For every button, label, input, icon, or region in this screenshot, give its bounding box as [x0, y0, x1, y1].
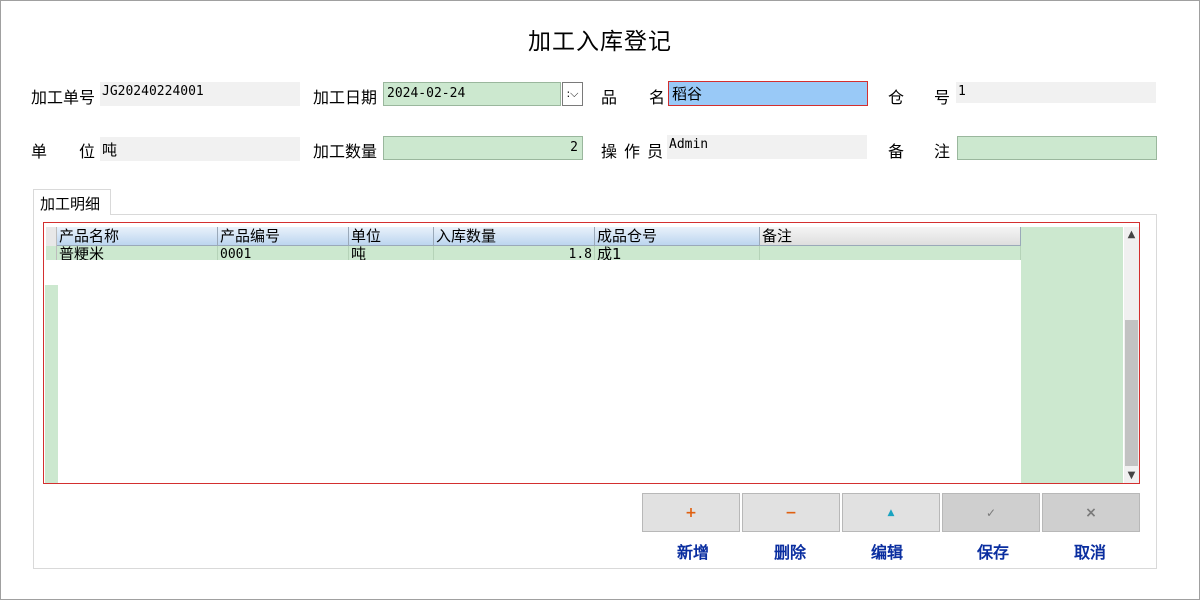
column-header-product-code[interactable]: 产品编号 — [218, 227, 349, 246]
remark-label: 备注 — [888, 142, 950, 161]
product-name-label: 品名 — [601, 88, 665, 107]
grid-empty-area — [1021, 227, 1123, 483]
save-button[interactable]: ✓ — [942, 493, 1040, 532]
column-header-product-name[interactable]: 产品名称 — [57, 227, 218, 246]
check-icon: ✓ — [985, 505, 997, 520]
product-name-field[interactable]: 稻谷 — [668, 81, 868, 106]
chevron-down-icon: :⌵ — [566, 87, 579, 100]
cell-product-code[interactable]: 0001 — [218, 246, 349, 260]
cancel-button[interactable]: × — [1042, 493, 1140, 532]
chevron-down-icon[interactable]: ▼ — [1124, 468, 1139, 483]
quantity-label: 加工数量 — [313, 142, 378, 161]
order-no-field[interactable]: JG20240224001 — [100, 82, 300, 106]
add-button[interactable]: + — [642, 493, 740, 532]
plus-icon: + — [685, 504, 697, 521]
cell-remark[interactable] — [760, 246, 1021, 260]
grid-corner — [46, 227, 57, 246]
cell-warehouse[interactable]: 成1 — [595, 246, 760, 260]
column-header-warehouse[interactable]: 成品仓号 — [595, 227, 760, 246]
add-button-label[interactable]: 新增 — [644, 539, 742, 563]
edit-button[interactable]: ▲ — [842, 493, 940, 532]
operator-label: 操作员 — [601, 142, 671, 161]
chevron-up-icon[interactable]: ▲ — [1124, 227, 1139, 242]
cell-quantity[interactable]: 1.8 — [434, 246, 595, 260]
delete-button-label[interactable]: 删除 — [741, 539, 839, 563]
warehouse-no-label: 仓号 — [888, 88, 950, 107]
date-label: 加工日期 — [313, 88, 378, 107]
minus-icon: − — [785, 504, 797, 521]
detail-grid[interactable]: 产品名称 产品编号 单位 入库数量 成品仓号 备注 普粳米 0001 吨 1.8… — [43, 222, 1140, 484]
grid-header-row: 产品名称 产品编号 单位 入库数量 成品仓号 备注 — [46, 227, 1021, 246]
warehouse-no-field[interactable]: 1 — [956, 82, 1156, 103]
save-button-label[interactable]: 保存 — [944, 539, 1042, 563]
column-header-unit[interactable]: 单位 — [349, 227, 434, 246]
date-field[interactable]: 2024-02-24 — [383, 82, 561, 106]
cell-unit[interactable]: 吨 — [349, 246, 434, 260]
scrollbar-thumb[interactable] — [1125, 320, 1138, 466]
vertical-scrollbar[interactable]: ▲ ▼ — [1124, 227, 1139, 483]
row-header-column — [45, 285, 58, 483]
unit-field[interactable]: 吨 — [100, 137, 300, 161]
operator-field[interactable]: Admin — [667, 135, 867, 159]
delete-button[interactable]: − — [742, 493, 840, 532]
cancel-button-label[interactable]: 取消 — [1041, 539, 1139, 563]
column-header-quantity[interactable]: 入库数量 — [434, 227, 595, 246]
close-icon: × — [1085, 504, 1097, 521]
page-title: 加工入库登记 — [528, 29, 672, 55]
triangle-up-icon: ▲ — [887, 507, 895, 518]
cell-product-name[interactable]: 普粳米 — [57, 246, 218, 260]
edit-button-label[interactable]: 编辑 — [838, 539, 936, 563]
column-header-remark[interactable]: 备注 — [760, 227, 1021, 246]
table-row[interactable]: 普粳米 0001 吨 1.8 成1 — [46, 246, 1021, 260]
date-dropdown-button[interactable]: :⌵ — [562, 82, 583, 106]
order-no-label: 加工单号 — [31, 88, 96, 107]
unit-label: 单位 — [31, 142, 95, 161]
remark-field[interactable] — [957, 136, 1157, 160]
row-selector[interactable] — [46, 246, 57, 260]
quantity-field[interactable]: 2 — [383, 136, 583, 160]
tab-detail[interactable]: 加工明细 — [33, 189, 111, 215]
